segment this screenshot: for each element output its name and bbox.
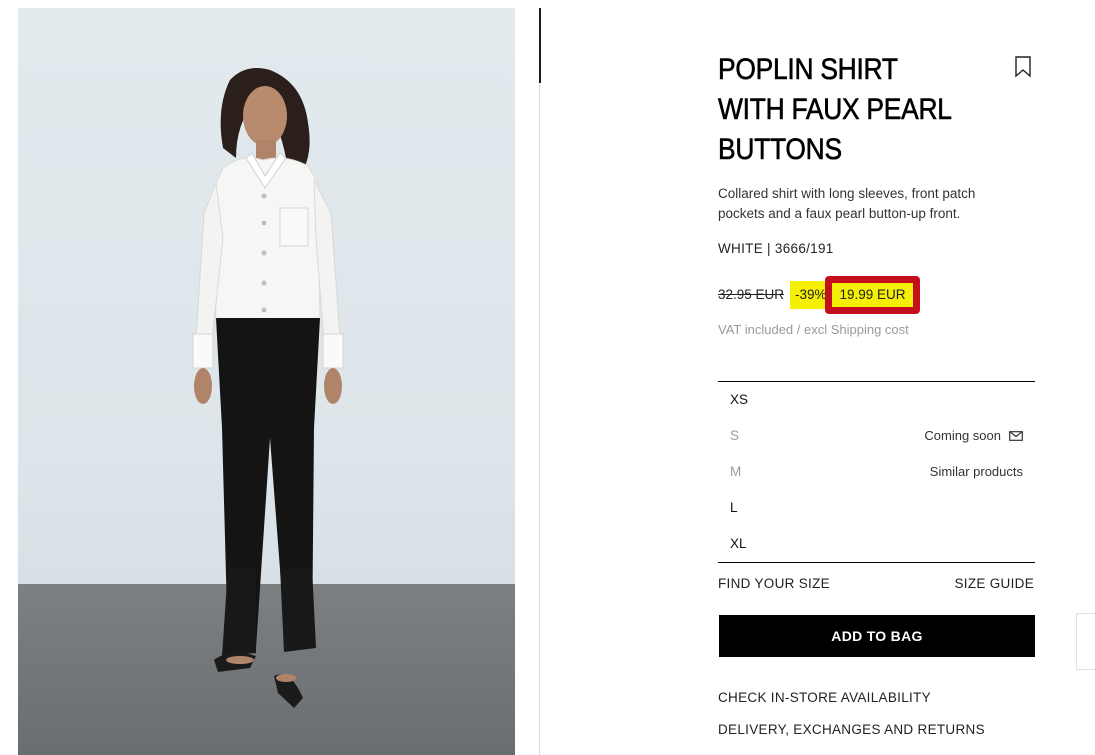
size-option-xs[interactable]: XS [718,382,1035,418]
find-your-size-link[interactable]: FIND YOUR SIZE [718,576,830,591]
side-panel-tab[interactable] [1076,613,1095,670]
price-highlight-box: 19.99 EUR [825,276,920,314]
mail-icon[interactable] [1009,430,1023,441]
size-label: XL [730,536,747,551]
size-option-s[interactable]: S Coming soon [718,418,1035,454]
size-label: S [730,428,740,443]
add-to-bag-button[interactable]: ADD TO BAG [719,615,1035,657]
size-option-l[interactable]: L [718,490,1035,526]
size-selector: XS S Coming soon M Similar products L XL [718,381,1035,563]
vat-note: VAT included / excl Shipping cost [718,322,909,337]
size-note: Coming soon [924,428,1023,443]
size-label: M [730,464,742,479]
size-label: L [730,500,738,515]
size-label: XS [730,392,749,407]
product-description: Collared shirt with long sleeves, front … [718,186,976,221]
product-title: POPLIN SHIRT WITH FAUX PEARL BUTTONS [718,53,951,167]
size-guide-link[interactable]: SIZE GUIDE [954,576,1034,591]
price-row: 32.95 EUR -39% 19.99 EUR [718,276,1038,316]
model-figure [192,67,344,708]
size-option-m[interactable]: M Similar products [718,454,1035,490]
delivery-returns-link[interactable]: DELIVERY, EXCHANGES AND RETURNS [718,722,985,737]
check-store-availability-link[interactable]: CHECK IN-STORE AVAILABILITY [718,690,931,705]
product-reference: WHITE | 3666/191 [718,241,834,256]
coming-soon-text: Coming soon [924,428,1001,443]
size-option-xl[interactable]: XL [718,526,1035,562]
bookmark-icon[interactable] [1014,56,1032,78]
old-price: 32.95 EUR [718,287,785,302]
product-image[interactable] [18,8,515,755]
divider [539,8,540,755]
current-price: 19.99 EUR [832,283,913,307]
similar-products-link[interactable]: Similar products [930,464,1023,479]
scroll-indicator [539,8,541,83]
